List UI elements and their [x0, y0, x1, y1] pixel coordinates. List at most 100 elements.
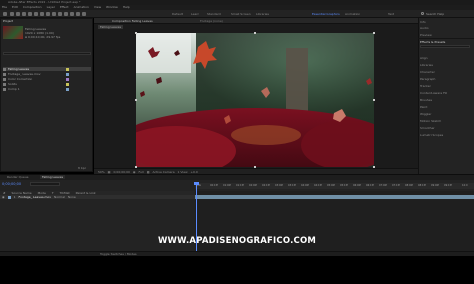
panel-tracker[interactable]: Tracker: [420, 84, 472, 88]
panel-paragraph[interactable]: Paragraph: [420, 77, 472, 81]
label-color-swatch[interactable]: [66, 73, 69, 76]
hand-tool-icon[interactable]: [16, 12, 20, 16]
workspace-small-screen[interactable]: Small Screen: [231, 12, 251, 16]
label-color-swatch[interactable]: [66, 88, 69, 91]
ruler-label: 06:00f: [353, 184, 362, 187]
panel-brushes[interactable]: Brushes: [420, 98, 472, 102]
visibility-eye-icon[interactable]: ◉: [2, 195, 5, 199]
views-dropdown[interactable]: 1 View: [178, 170, 188, 174]
home-icon[interactable]: [3, 12, 7, 16]
timeline-search-input[interactable]: [30, 182, 60, 186]
transform-handle[interactable]: [373, 99, 375, 101]
ruler-label: 06:15f: [366, 184, 375, 187]
ruler-label: 04:15f: [314, 184, 323, 187]
label-color-swatch[interactable]: [66, 78, 69, 81]
panel-wiggler[interactable]: Wiggler: [420, 112, 472, 116]
panel-content-aware-fill[interactable]: Content-Aware Fill: [420, 91, 472, 95]
panel-divider: [418, 38, 474, 39]
tab-composition[interactable]: Composition Falling Leaves: [112, 19, 153, 23]
pan-behind-tool-icon[interactable]: [40, 12, 44, 16]
zoom-dropdown[interactable]: 50%: [98, 170, 105, 174]
grid-icon[interactable]: ▦: [108, 170, 111, 174]
panel-preview[interactable]: Preview: [420, 33, 472, 37]
workspace-essential-graphics[interactable]: Essential Graphics: [312, 12, 340, 16]
search-help[interactable]: Search Help: [426, 12, 444, 16]
workspace-animation[interactable]: Animation: [345, 12, 360, 16]
transform-handle[interactable]: [373, 32, 375, 34]
ruler-label: 02:00f: [249, 184, 258, 187]
camera-tool-icon[interactable]: [34, 12, 38, 16]
workspace-text[interactable]: Text: [388, 12, 394, 16]
panel-effects-presets[interactable]: Effects & Presets: [420, 40, 472, 44]
layer-duration-bar[interactable]: [195, 195, 474, 199]
tab-render-queue[interactable]: Render Queue: [7, 175, 29, 179]
project-panel-title[interactable]: Project: [3, 19, 13, 23]
project-item[interactable]: Comp 1: [3, 87, 91, 91]
bpc-indicator[interactable]: 8 bpc: [78, 166, 86, 170]
project-item[interactable]: Solids: [3, 82, 91, 86]
workspace-libraries[interactable]: Libraries: [256, 12, 269, 16]
file-info-duration: Δ 0;00;10;00, 29.97 fps: [25, 35, 61, 39]
letterbox-bar: [0, 256, 474, 284]
current-time-indicator-head[interactable]: [194, 182, 199, 185]
workspace-standard[interactable]: Standard: [207, 12, 221, 16]
project-panel: [0, 18, 93, 172]
workspace-default[interactable]: Default: [172, 12, 183, 16]
layer-label-swatch[interactable]: [7, 195, 11, 199]
rotate-tool-icon[interactable]: [28, 12, 32, 16]
pen-tool-icon[interactable]: [52, 12, 56, 16]
panel-character[interactable]: Character: [420, 70, 472, 74]
project-search-input[interactable]: [3, 52, 91, 55]
selection-tool-icon[interactable]: [10, 12, 14, 16]
panel-info[interactable]: Info: [420, 20, 472, 24]
panel-paint[interactable]: Paint: [420, 105, 472, 109]
timeline-timecode[interactable]: 0;00;00;00: [2, 182, 21, 186]
composition-frame[interactable]: [136, 33, 374, 167]
label-color-swatch[interactable]: [66, 68, 69, 71]
panel-audio[interactable]: Audio: [420, 26, 472, 30]
timecode-display[interactable]: 0;00;00;00: [114, 170, 130, 174]
brush-tool-icon[interactable]: [64, 12, 68, 16]
panel-align[interactable]: Align: [420, 56, 472, 60]
layer-mode[interactable]: Normal: [54, 195, 65, 199]
layer-row[interactable]: ◉ 1 Footage_ Leaves.mov Normal None: [0, 195, 195, 199]
layer-parent[interactable]: None: [68, 195, 76, 199]
layer-name[interactable]: Footage_ Leaves.mov: [19, 195, 51, 199]
clone-stamp-tool-icon[interactable]: [70, 12, 74, 16]
viewer-breadcrumb[interactable]: Falling Leaves: [98, 25, 124, 29]
transform-handle[interactable]: [135, 32, 137, 34]
search-icon[interactable]: [421, 12, 424, 15]
transparency-grid-icon[interactable]: ▩: [147, 170, 150, 174]
panel-smoother[interactable]: Smoother: [420, 126, 472, 130]
transform-handle[interactable]: [254, 32, 256, 34]
ruler-label: 01:00f: [223, 184, 232, 187]
project-item[interactable]: Color Correction: [3, 77, 91, 81]
ruler-label: 10:0: [462, 184, 468, 187]
label-color-swatch[interactable]: [66, 83, 69, 86]
ruler-label: 05:00f: [327, 184, 336, 187]
puppet-tool-icon[interactable]: [82, 12, 86, 16]
tab-footage[interactable]: Footage (none): [200, 19, 223, 23]
zoom-tool-icon[interactable]: [22, 12, 26, 16]
ruler-label: 03:15f: [288, 184, 297, 187]
exposure-value[interactable]: +0.0: [191, 170, 198, 174]
panel-lumetri-scopes[interactable]: Lumetri Scopes: [420, 133, 472, 137]
panel-libraries[interactable]: Libraries: [420, 63, 472, 67]
effects-search-input[interactable]: [420, 45, 470, 48]
type-tool-icon[interactable]: [58, 12, 62, 16]
camera-dropdown[interactable]: Active Camera: [153, 170, 175, 174]
project-item[interactable]: Footage_ Leaves.mov: [3, 72, 91, 76]
rectangle-tool-icon[interactable]: [46, 12, 50, 16]
snapshot-icon[interactable]: ◉: [133, 170, 136, 174]
eraser-tool-icon[interactable]: [76, 12, 80, 16]
tab-timeline-comp[interactable]: Falling Leaves: [40, 175, 66, 179]
ruler-label: 09:00f: [431, 184, 440, 187]
layer-index: 1: [13, 195, 16, 199]
ruler-label: 02:15f: [262, 184, 271, 187]
project-thumbnail: [3, 26, 23, 39]
panel-motion-sketch[interactable]: Motion Sketch: [420, 119, 472, 123]
project-item[interactable]: Falling Leaves: [3, 67, 91, 71]
transform-handle[interactable]: [135, 99, 137, 101]
workspace-learn[interactable]: Learn: [191, 12, 199, 16]
resolution-dropdown[interactable]: Full: [139, 170, 144, 174]
